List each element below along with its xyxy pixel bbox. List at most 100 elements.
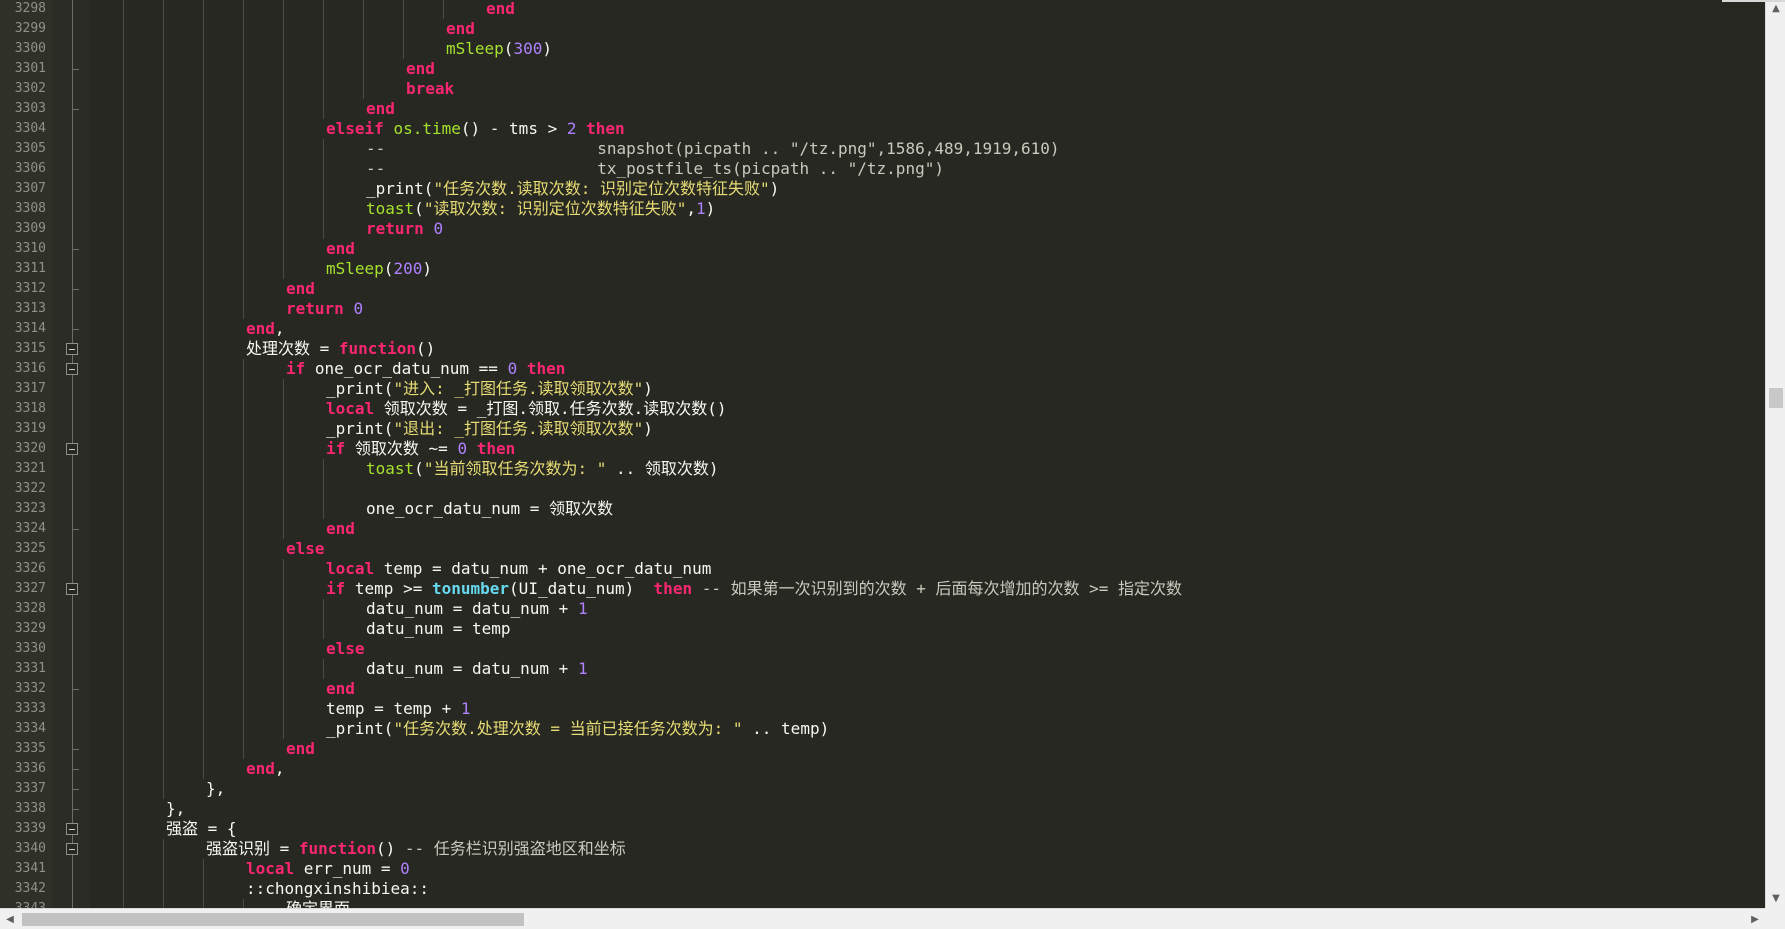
code-text[interactable]: datu_num = temp [366, 619, 511, 639]
code-text[interactable]: ::chongxinshibiea:: [246, 879, 429, 899]
code-text[interactable]: end [406, 59, 435, 79]
code-line[interactable]: 3299 end [0, 19, 1765, 39]
scroll-left-arrow-icon[interactable]: ◀ [0, 909, 20, 929]
code-line[interactable]: 3329 datu_num = temp [0, 619, 1765, 639]
code-line[interactable]: 3325 else [0, 539, 1765, 559]
code-text[interactable]: if temp >= tonumber(UI_datu_num) then --… [326, 579, 1182, 599]
code-line[interactable]: 3309 return 0 [0, 219, 1765, 239]
fold-collapse-icon[interactable] [66, 363, 78, 375]
code-line[interactable]: 3304 elseif os.time() - tms > 2 then [0, 119, 1765, 139]
code-text[interactable]: -- snapshot(picpath .. "/tz.png",1586,48… [366, 139, 1060, 159]
code-text[interactable]: 强盗识别 = function() -- 任务栏识别强盗地区和坐标 [206, 839, 626, 859]
code-line[interactable]: 3330 else [0, 639, 1765, 659]
code-text[interactable]: }, [206, 779, 225, 799]
code-line[interactable]: 3319 _print("退出: _打图任务.读取领取次数") [0, 419, 1765, 439]
fold-collapse-icon[interactable] [66, 443, 78, 455]
code-text[interactable]: end [326, 239, 355, 259]
code-text[interactable]: end [366, 99, 395, 119]
code-line[interactable]: 3332 end [0, 679, 1765, 699]
code-line[interactable]: 3343 确定界面 [0, 899, 1765, 908]
code-text[interactable]: -- tx_postfile_ts(picpath .. "/tz.png") [366, 159, 944, 179]
code-line[interactable]: 3298 end [0, 0, 1765, 19]
code-line[interactable]: 3308 toast("读取次数: 识别定位次数特征失败",1) [0, 199, 1765, 219]
code-text[interactable]: datu_num = datu_num + 1 [366, 659, 588, 679]
code-text[interactable]: _print("任务次数.处理次数 = 当前已接任务次数为: " .. temp… [326, 719, 829, 739]
vertical-scrollbar[interactable]: ▲ ▼ [1765, 0, 1785, 908]
code-text[interactable]: else [286, 539, 325, 559]
code-text[interactable]: if 领取次数 ~= 0 then [326, 439, 515, 459]
code-line[interactable]: 3300 mSleep(300) [0, 39, 1765, 59]
code-line[interactable]: 3331 datu_num = datu_num + 1 [0, 659, 1765, 679]
code-line[interactable]: 3339 强盗 = { [0, 819, 1765, 839]
code-text[interactable]: break [406, 79, 454, 99]
code-text[interactable]: mSleep(200) [326, 259, 432, 279]
code-text[interactable]: _print("进入: _打图任务.读取领取次数") [326, 379, 653, 399]
code-line[interactable]: 3301 end [0, 59, 1765, 79]
code-line[interactable]: 3336 end, [0, 759, 1765, 779]
code-text[interactable]: local 领取次数 = _打图.领取.任务次数.读取次数() [326, 399, 727, 419]
code-line[interactable]: 3311 mSleep(200) [0, 259, 1765, 279]
code-line[interactable]: 3326 local temp = datu_num + one_ocr_datu… [0, 559, 1765, 579]
code-text[interactable]: toast("读取次数: 识别定位次数特征失败",1) [366, 199, 715, 219]
code-line[interactable]: 3318 local 领取次数 = _打图.领取.任务次数.读取次数() [0, 399, 1765, 419]
code-line[interactable]: 3333 temp = temp + 1 [0, 699, 1765, 719]
code-line[interactable]: 3327 if temp >= tonumber(UI_datu_num) the… [0, 579, 1765, 599]
code-text[interactable]: one_ocr_datu_num = 领取次数 [366, 499, 613, 519]
code-text[interactable]: else [326, 639, 365, 659]
code-text[interactable]: datu_num = datu_num + 1 [366, 599, 588, 619]
code-text[interactable]: end [486, 0, 515, 19]
scroll-down-arrow-icon[interactable]: ▼ [1766, 890, 1785, 908]
code-text[interactable]: return 0 [366, 219, 443, 239]
code-line[interactable]: 3313 return 0 [0, 299, 1765, 319]
fold-collapse-icon[interactable] [66, 583, 78, 595]
code-line[interactable]: 3340 强盗识别 = function() -- 任务栏识别强盗地区和坐标 [0, 839, 1765, 859]
code-line[interactable]: 3322 [0, 479, 1765, 499]
code-line[interactable]: 3324 end [0, 519, 1765, 539]
code-line[interactable]: 3320 if 领取次数 ~= 0 then [0, 439, 1765, 459]
code-text[interactable]: elseif os.time() - tms > 2 then [326, 119, 625, 139]
fold-collapse-icon[interactable] [66, 843, 78, 855]
code-text[interactable]: if one_ocr_datu_num == 0 then [286, 359, 565, 379]
code-text[interactable]: return 0 [286, 299, 363, 319]
code-line[interactable]: 3323 one_ocr_datu_num = 领取次数 [0, 499, 1765, 519]
code-text[interactable]: end [326, 519, 355, 539]
scroll-right-arrow-icon[interactable]: ▶ [1745, 909, 1765, 929]
code-line[interactable]: 3315 处理次数 = function() [0, 339, 1765, 359]
fold-collapse-icon[interactable] [66, 343, 78, 355]
code-text[interactable]: _print("任务次数.读取次数: 识别定位次数特征失败") [366, 179, 779, 199]
code-text[interactable]: _print("退出: _打图任务.读取领取次数") [326, 419, 653, 439]
code-text[interactable]: local err_num = 0 [246, 859, 410, 879]
code-line[interactable]: 3338}, [0, 799, 1765, 819]
code-text[interactable]: 确定界面 [286, 899, 350, 908]
code-text[interactable]: local temp = datu_num + one_ocr_datu_num [326, 559, 711, 579]
code-line[interactable]: 3303 end [0, 99, 1765, 119]
code-text[interactable]: end [286, 279, 315, 299]
code-area[interactable]: 3298 end 3299 end 3300 mSleep(300) 3301 end 3302… [0, 0, 1765, 908]
code-line[interactable]: 3335 end [0, 739, 1765, 759]
code-text[interactable]: temp = temp + 1 [326, 699, 471, 719]
vertical-scroll-thumb[interactable] [1769, 388, 1783, 408]
code-line[interactable]: 3317 _print("进入: _打图任务.读取领取次数") [0, 379, 1765, 399]
code-line[interactable]: 3302 break [0, 79, 1765, 99]
code-line[interactable]: 3307 _print("任务次数.读取次数: 识别定位次数特征失败") [0, 179, 1765, 199]
code-line[interactable]: 3328 datu_num = datu_num + 1 [0, 599, 1765, 619]
code-editor[interactable]: 3298 end 3299 end 3300 mSleep(300) 3301 end 3302… [0, 0, 1785, 929]
code-text[interactable]: end [326, 679, 355, 699]
code-text[interactable]: 强盗 = { [166, 819, 237, 839]
code-line[interactable]: 3312 end [0, 279, 1765, 299]
code-text[interactable]: 处理次数 = function() [246, 339, 435, 359]
code-line[interactable]: 3314 end, [0, 319, 1765, 339]
code-text[interactable]: mSleep(300) [446, 39, 552, 59]
code-line[interactable]: 3305 -- snapshot(picpath .. "/tz.png",158… [0, 139, 1765, 159]
code-line[interactable]: 3337}, [0, 779, 1765, 799]
code-line[interactable]: 3342::chongxinshibiea:: [0, 879, 1765, 899]
code-text[interactable]: }, [166, 799, 185, 819]
horizontal-scrollbar[interactable]: ◀ ▶ [0, 908, 1765, 929]
code-line[interactable]: 3310 end [0, 239, 1765, 259]
horizontal-scroll-thumb[interactable] [22, 913, 524, 926]
code-line[interactable]: 3316 if one_ocr_datu_num == 0 then [0, 359, 1765, 379]
code-text[interactable]: end [446, 19, 475, 39]
code-line[interactable]: 3341 local err_num = 0 [0, 859, 1765, 879]
fold-collapse-icon[interactable] [66, 823, 78, 835]
code-line[interactable]: 3321 toast("当前领取任务次数为: " .. 领取次数) [0, 459, 1765, 479]
